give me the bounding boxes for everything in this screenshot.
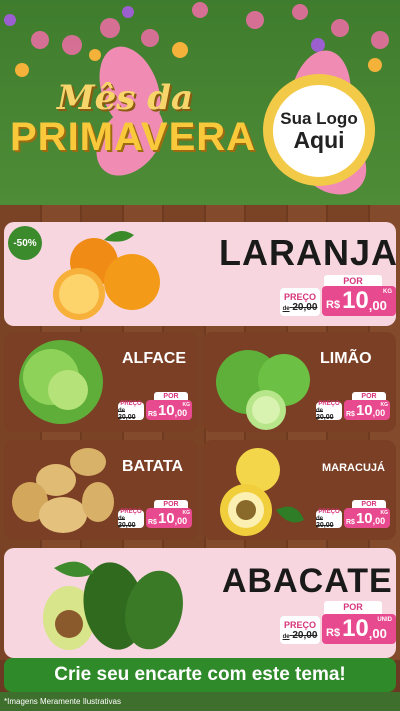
price-tag: PREÇO de 20,00 R$ 10 ,00 UNID [280, 614, 396, 644]
product-card-laranja: LARANJA POR PREÇO de 20,00 R$ 10 ,00 KG [4, 222, 396, 326]
price-tag: PREÇO de 20,00 R$ 10 ,00 KG [118, 400, 192, 421]
price-tag: PREÇO de 20,00 R$ 10 ,00 KG [316, 400, 390, 421]
logo-line2: Aqui [293, 127, 345, 153]
new-price: R$ 10 ,00 KG [344, 400, 390, 420]
product-card-batata: BATATA POR PREÇO de 20,00 R$ 10 ,00 KG [4, 440, 198, 540]
footnote: *Imagens Meramente Ilustrativas [4, 697, 121, 706]
preco-label: PREÇO [283, 291, 316, 302]
product-name: ABACATE [222, 562, 393, 600]
product-name: LARANJA [219, 232, 396, 273]
orange-image [53, 231, 160, 320]
product-card-alface: ALFACE POR PREÇO de 20,00 R$ 10 ,00 KG [4, 332, 198, 432]
new-price: R$ 10 ,00 KG [322, 286, 396, 316]
new-price: R$ 10 ,00 KG [344, 508, 390, 528]
potato-image [12, 448, 114, 533]
cta-banner[interactable]: Crie seu encarte com este tema! [4, 658, 396, 692]
title-block: Mês da PRIMAVERA [10, 78, 257, 160]
product-name: BATATA [122, 458, 184, 475]
new-price: R$ 10 ,00 UNID [322, 614, 396, 644]
lime-image [216, 350, 310, 430]
product-card-limao: LIMÃO POR PREÇO de 20,00 R$ 10 ,00 KG [202, 332, 396, 432]
price-tag: PREÇO de 20,00 R$ 10 ,00 KG [316, 508, 390, 529]
old-price: de 20,00 [282, 301, 318, 313]
title-line2: PRIMAVERA [10, 115, 257, 159]
product-name: ALFACE [122, 350, 186, 367]
discount-badge: -50% [8, 226, 42, 260]
por-label: POR [324, 601, 382, 614]
hero-banner: Mês da PRIMAVERA Sua Logo Aqui [0, 0, 400, 205]
avocado-image [43, 561, 183, 650]
lettuce-image [19, 340, 103, 424]
new-price: R$ 10 ,00 KG [146, 400, 192, 420]
price-tag: PREÇO de 20,00 R$ 10 ,00 KG [118, 508, 192, 529]
product-name: MARACUJÁ [322, 462, 385, 474]
new-price: R$ 10 ,00 KG [146, 508, 192, 528]
product-name: LIMÃO [320, 350, 372, 367]
logo-line1: Sua Logo [280, 109, 358, 128]
price-tag: PREÇO de 20,00 R$ 10 ,00 KG [280, 286, 396, 316]
product-card-maracuja: MARACUJÁ POR PREÇO de 20,00 R$ 10 ,00 KG [202, 440, 396, 540]
title-line1: Mês da [56, 78, 194, 118]
product-card-abacate: ABACATE POR PREÇO de 20,00 R$ 10 ,00 UNI… [4, 548, 396, 658]
passionfruit-image [220, 448, 304, 536]
logo-placeholder: Sua Logo Aqui [250, 75, 390, 185]
